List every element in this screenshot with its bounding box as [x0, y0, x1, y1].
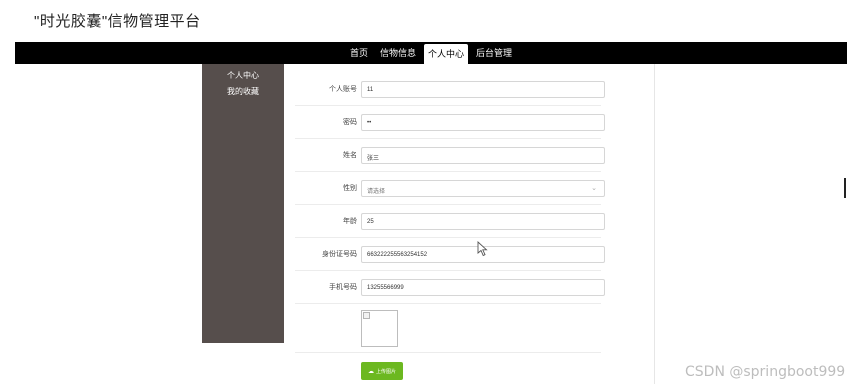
gender-label: 性别 — [343, 185, 357, 192]
gender-select[interactable]: 请选择 ⌄ — [361, 180, 605, 197]
avatar-image-preview — [361, 310, 398, 347]
watermark: CSDN @springboot999 — [685, 364, 846, 380]
form-row-account: 个人账号 11 — [295, 72, 605, 106]
mouse-cursor-icon — [477, 241, 488, 257]
broken-image-icon — [363, 312, 370, 319]
profile-form: 个人账号 11 密码 •• 姓名 张三 性别 请选择 ⌄ 年龄 25 身份证号码… — [287, 64, 655, 384]
nav-item-home[interactable]: 首页 — [346, 43, 372, 63]
account-field[interactable]: 11 — [361, 81, 605, 98]
sidebar-item-favorites[interactable]: 我的收藏 — [202, 84, 284, 100]
form-row-gender: 性别 请选择 ⌄ — [295, 171, 605, 205]
nav-item-personal-center[interactable]: 个人中心 — [424, 44, 469, 64]
age-field[interactable]: 25 — [361, 213, 605, 230]
site-title: "时光胶囊"信物管理平台 — [34, 13, 201, 30]
sidebar-item-personal-center[interactable]: 个人中心 — [202, 68, 284, 84]
gender-select-value: 请选择 — [367, 189, 386, 195]
scrollbar[interactable] — [844, 178, 846, 198]
form-row-id-number: 身份证号码 663222255563254152 — [295, 237, 605, 271]
nav-item-admin[interactable]: 后台管理 — [472, 43, 516, 63]
phone-label: 手机号码 — [329, 284, 357, 291]
phone-field[interactable]: 13255566999 — [361, 279, 605, 296]
password-label: 密码 — [343, 119, 357, 126]
upload-image-button[interactable]: ☁ 上传图片 — [361, 362, 403, 380]
upload-icon: ☁ — [367, 368, 374, 375]
sidebar: 个人中心 我的收藏 — [202, 64, 284, 343]
password-field[interactable]: •• — [361, 114, 605, 131]
form-row-name: 姓名 张三 — [295, 138, 605, 172]
form-row-phone: 手机号码 13255566999 — [295, 270, 605, 304]
account-label: 个人账号 — [329, 86, 357, 93]
upload-button-label: 上传图片 — [375, 368, 396, 375]
name-field[interactable]: 张三 — [361, 147, 605, 164]
nav-item-items[interactable]: 信物信息 — [376, 43, 420, 63]
age-label: 年龄 — [343, 218, 357, 225]
id-number-label: 身份证号码 — [322, 251, 357, 258]
top-nav: 首页 信物信息 个人中心 后台管理 — [15, 42, 847, 64]
chevron-down-icon: ⌄ — [591, 185, 597, 192]
form-row-password: 密码 •• — [295, 105, 605, 139]
name-label: 姓名 — [343, 152, 357, 159]
divider — [295, 352, 601, 353]
form-row-age: 年龄 25 — [295, 204, 605, 238]
